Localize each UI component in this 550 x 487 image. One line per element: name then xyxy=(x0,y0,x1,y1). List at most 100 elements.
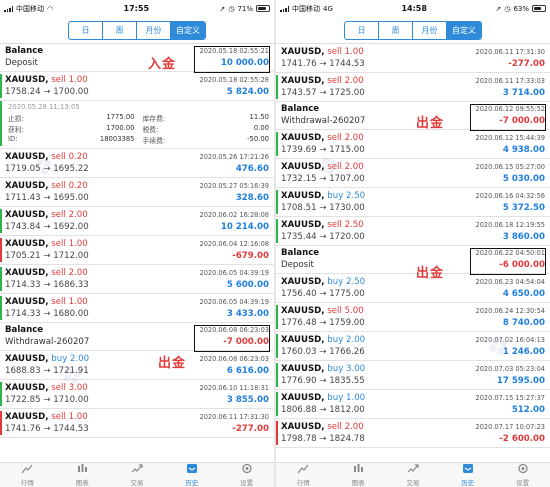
trade-row[interactable]: XAUUSD, sell 1.00 2020.06.05 04:39:19 1714… xyxy=(0,294,274,323)
row-bottom: 1719.05 → 1695.22 476.60 xyxy=(5,164,269,175)
balance-title: Balance xyxy=(281,248,320,258)
tab-settings[interactable]: 设置 xyxy=(495,463,550,487)
trade-symbol-group: XAUUSD, buy 3.00 xyxy=(281,364,365,375)
battery-percent: 63% xyxy=(513,4,529,13)
trade-row[interactable]: XAUUSD, sell 2.50 2020.06.18 12:19:55 1735… xyxy=(276,217,550,246)
tab-quotes[interactable]: 行情 xyxy=(0,463,55,487)
trade-row[interactable]: XAUUSD, sell 2.00 2020.06.15 05:27:00 1732… xyxy=(276,159,550,188)
trade-side: sell 2.00 xyxy=(51,268,88,278)
trade-side: buy 2.50 xyxy=(327,191,366,201)
row-top: XAUUSD, sell 1.00 2020.06.04 12:16:08 xyxy=(5,239,269,250)
row-time: 2020.06.08 06:23:03 xyxy=(199,355,269,363)
trade-row[interactable]: XAUUSD, sell 5.00 2020.06.24 12:30:54 1776… xyxy=(276,303,550,332)
row-top: XAUUSD, sell 0.20 2020.05.27 05:16:39 xyxy=(5,181,269,192)
trade-row[interactable]: XAUUSD, buy 2.00 2020.07.02 16:04:13 1760.… xyxy=(276,332,550,361)
segment-day[interactable]: 日 xyxy=(345,21,379,39)
trade-row[interactable]: XAUUSD, sell 0.20 2020.05.27 05:16:39 1711… xyxy=(0,178,274,207)
row-top: XAUUSD, buy 2.50 2020.06.16 04:32:56 xyxy=(281,191,545,202)
trade-symbol-group: XAUUSD, sell 2.00 xyxy=(281,162,364,173)
stop-loss-cell: 止损: 1775.00 xyxy=(8,113,135,123)
trade-row[interactable]: XAUUSD, sell 2.00 2020.06.05 04:39:19 1714… xyxy=(0,265,274,294)
tab-label: 图表 xyxy=(75,479,89,487)
trade-symbol-group: XAUUSD, sell 2.00 xyxy=(5,210,88,221)
row-bottom: 1798.78 → 1824.78 -2 600.00 xyxy=(281,434,545,445)
segment-month[interactable]: 月份 xyxy=(413,21,447,39)
row-time: 2020.07.02 16:04:13 xyxy=(475,336,545,344)
trade-symbol-group: XAUUSD, buy 2.50 xyxy=(281,277,365,288)
tab-trade[interactable]: 交易 xyxy=(386,463,441,487)
tab-history[interactable]: 历史 xyxy=(164,463,219,487)
row-profit: -277.00 xyxy=(508,59,545,69)
row-bottom: 1776.48 → 1759.00 8 740.00 xyxy=(281,318,545,329)
segment-month[interactable]: 月份 xyxy=(137,21,171,39)
trade-icon xyxy=(131,463,143,476)
tab-label: 历史 xyxy=(185,479,199,487)
row-profit: 8 740.00 xyxy=(502,318,545,328)
trade-side: sell 1.00 xyxy=(51,239,88,249)
trade-row[interactable]: XAUUSD, buy 3.00 2020.07.03 05:23:04 1776.… xyxy=(276,361,550,390)
tab-chart[interactable]: 图表 xyxy=(331,463,386,487)
trade-row[interactable]: XAUUSD, sell 2.00 2020.06.02 16:28:08 1743… xyxy=(0,207,274,236)
status-bar: 中国移动 ◠ 17:55 ➚ ◷ 71% xyxy=(0,0,274,17)
row-profit: 5 372.50 xyxy=(502,203,545,213)
swap-value: 11.50 xyxy=(249,113,269,121)
trade-row[interactable]: XAUUSD, sell 1.00 2020.05.18 02:55:28 1758… xyxy=(0,72,274,101)
trade-side: buy 3.00 xyxy=(327,364,366,374)
trade-symbol-group: XAUUSD, buy 2.00 xyxy=(5,354,89,365)
balance-row[interactable]: Balance 2020.05.18 02:55:21 Deposit 10 000.… xyxy=(0,44,274,73)
trade-symbol-group: XAUUSD, sell 1.00 xyxy=(5,239,88,250)
trade-side: sell 0.20 xyxy=(51,181,88,191)
row-profit: 10 214.00 xyxy=(220,222,269,232)
tab-chart[interactable]: 图表 xyxy=(55,463,110,487)
segment-custom[interactable]: 自定义 xyxy=(171,21,205,39)
segment-week[interactable]: 周 xyxy=(379,21,413,39)
tab-settings[interactable]: 设置 xyxy=(219,463,274,487)
chart-icon xyxy=(352,463,364,476)
trade-price: 1732.15 → 1707.00 xyxy=(281,174,365,184)
trade-symbol-group: XAUUSD, buy 2.00 xyxy=(281,335,365,346)
tab-quotes[interactable]: 行情 xyxy=(276,463,331,487)
trade-row[interactable]: XAUUSD, buy 2.50 2020.06.16 04:32:56 1708.… xyxy=(276,188,550,217)
trade-symbol-group: XAUUSD, sell 2.50 xyxy=(281,220,364,231)
trade-row[interactable]: XAUUSD, sell 2.00 2020.07.17 10:07:23 1798… xyxy=(276,419,550,448)
balance-row[interactable]: Balance 2020.06.22 04:50:01 Deposit -6 000.… xyxy=(276,246,550,275)
row-time: 2020.05.27 05:16:39 xyxy=(199,182,269,190)
segment-custom[interactable]: 自定义 xyxy=(447,21,481,39)
trade-row[interactable]: XAUUSD, sell 1.00 2020.06.11 17:31:30 1741… xyxy=(0,409,274,438)
balance-description: Withdrawal-260207 xyxy=(281,116,366,126)
trade-symbol-group: XAUUSD, sell 2.00 xyxy=(281,422,364,433)
tab-trade[interactable]: 交易 xyxy=(110,463,165,487)
trade-symbol: XAUUSD, xyxy=(5,412,49,422)
tab-label: 历史 xyxy=(461,479,475,487)
trade-symbol: XAUUSD, xyxy=(281,335,325,345)
trade-row[interactable]: XAUUSD, sell 2.00 2020.06.12 15:44:39 1739… xyxy=(276,130,550,159)
history-list[interactable]: Balance 2020.05.18 02:55:21 Deposit 10 000.… xyxy=(0,44,274,462)
tab-history[interactable]: 历史 xyxy=(440,463,495,487)
balance-row[interactable]: Balance 2020.06.08 06:23:03 Withdrawal-260… xyxy=(0,323,274,352)
trade-price: 1760.03 → 1766.26 xyxy=(281,347,365,357)
settings-icon xyxy=(241,463,253,476)
trade-symbol: XAUUSD, xyxy=(281,306,325,316)
trade-symbol-group: XAUUSD, sell 0.20 xyxy=(5,181,88,192)
row-bottom: 1688.83 → 1721.91 6 616.00 xyxy=(5,366,269,377)
trade-row[interactable]: XAUUSD, buy 2.50 2020.06.23 04:54:04 1756.… xyxy=(276,274,550,303)
segment-week[interactable]: 周 xyxy=(103,21,137,39)
row-profit: 5 824.00 xyxy=(226,87,269,97)
row-profit: -277.00 xyxy=(232,424,269,434)
segment-day[interactable]: 日 xyxy=(69,21,103,39)
trade-row[interactable]: XAUUSD, sell 2.00 2020.06.11 17:33:03 1743… xyxy=(276,73,550,102)
trade-row[interactable]: XAUUSD, sell 1.00 2020.06.11 17:31:30 1741… xyxy=(276,44,550,73)
trade-row[interactable]: XAUUSD, sell 0.20 2020.05.26 17:21:26 1719… xyxy=(0,149,274,178)
trade-row[interactable]: XAUUSD, buy 1.00 2020.07.15 15:27:37 1806.… xyxy=(276,390,550,419)
trade-symbol-group: XAUUSD, buy 1.00 xyxy=(281,393,365,404)
balance-title: Balance xyxy=(5,46,44,56)
history-list[interactable]: XAUUSD, sell 1.00 2020.06.11 17:31:30 1741… xyxy=(276,44,550,462)
balance-title: Balance xyxy=(281,104,320,114)
trade-row[interactable]: XAUUSD, sell 3.00 2020.06.10 11:18:31 1722… xyxy=(0,380,274,409)
balance-row[interactable]: Balance 2020.06.12 09:55:52 Withdrawal-260… xyxy=(276,102,550,131)
row-top: XAUUSD, buy 2.50 2020.06.23 04:54:04 xyxy=(281,277,545,288)
row-profit: 6 616.00 xyxy=(226,366,269,376)
trade-row[interactable]: XAUUSD, buy 2.00 2020.06.08 06:23:03 1688.… xyxy=(0,351,274,380)
row-profit: 1 246.00 xyxy=(502,347,545,357)
trade-row[interactable]: XAUUSD, sell 1.00 2020.06.04 12:16:08 1705… xyxy=(0,236,274,265)
